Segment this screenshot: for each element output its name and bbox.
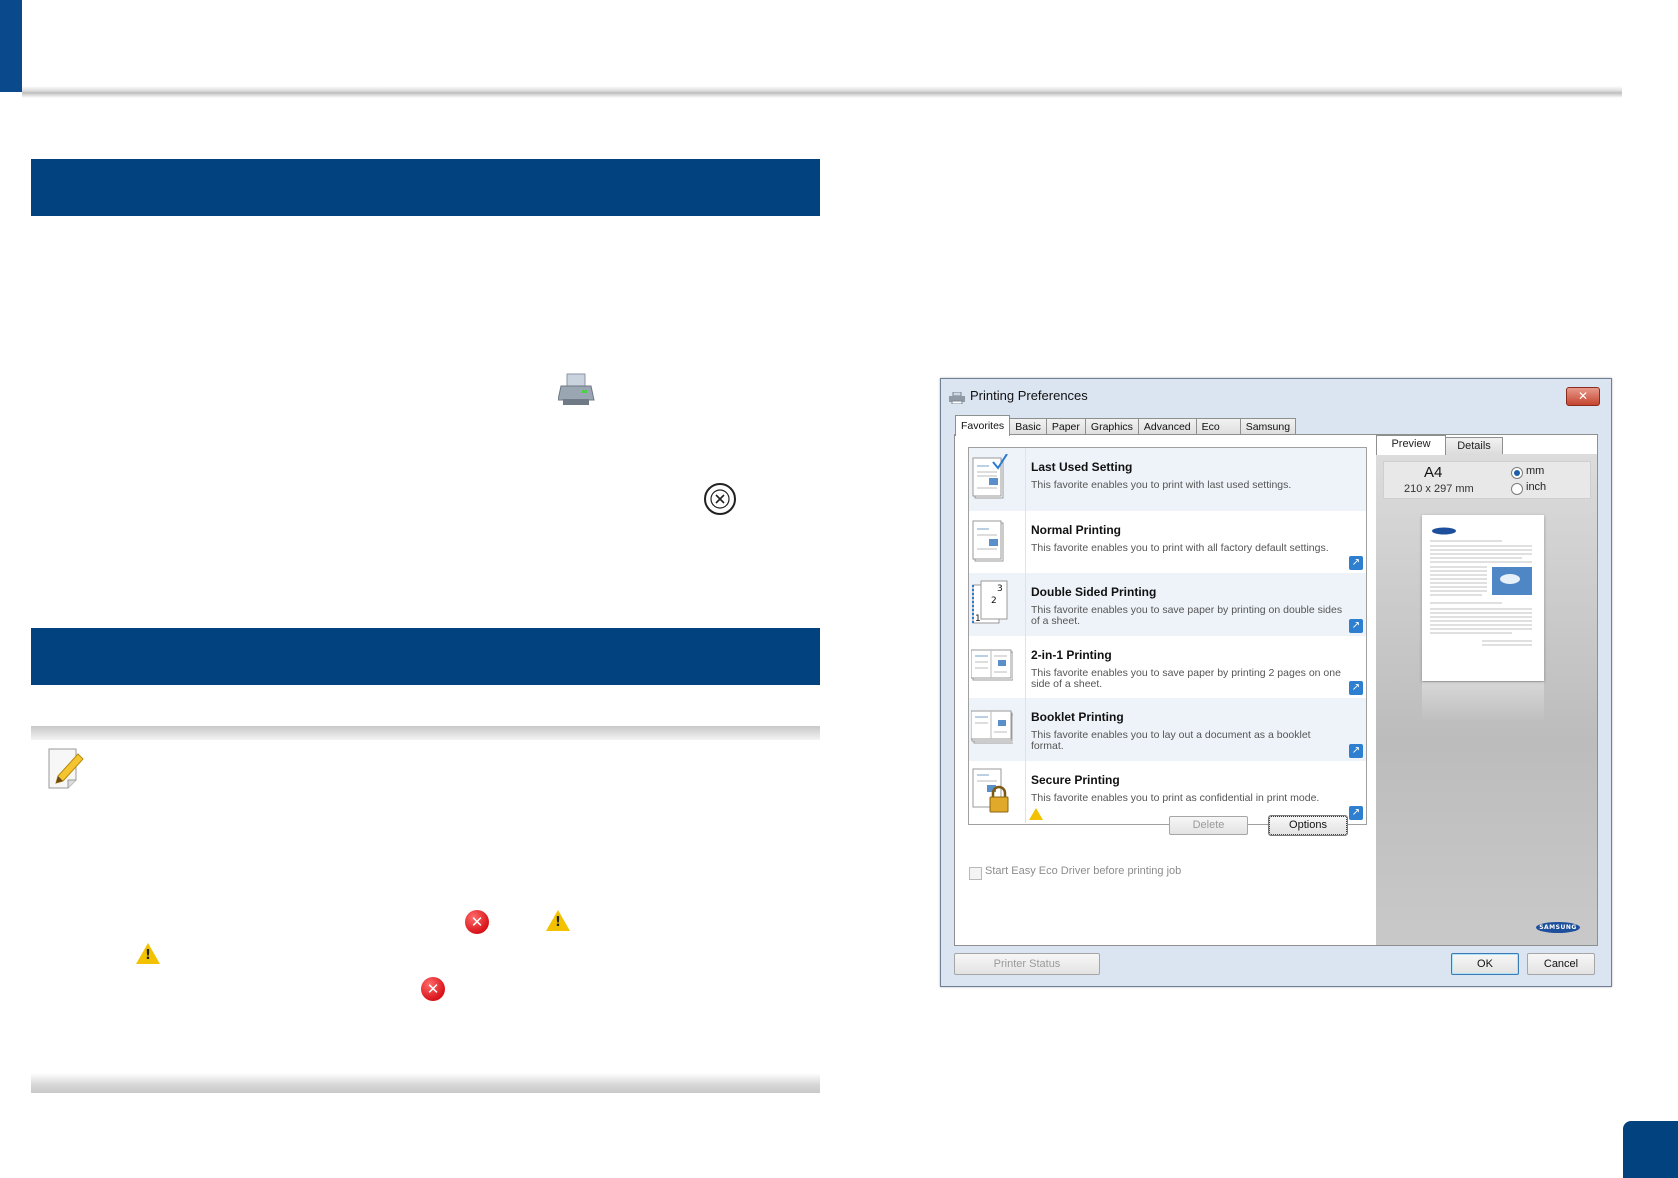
separator bbox=[1025, 635, 1026, 698]
note-box-bottom-border bbox=[31, 1073, 820, 1093]
favorites-list: Last Used Setting This favorite enables … bbox=[968, 447, 1367, 825]
favorite-description: This favorite enables you to save paper … bbox=[1031, 604, 1343, 627]
svg-text:1: 1 bbox=[975, 614, 981, 624]
tab-bar: Favorites Basic Paper Graphics Advanced … bbox=[955, 415, 1297, 436]
note-pencil-icon bbox=[46, 746, 86, 790]
favorite-description: This favorite enables you to lay out a d… bbox=[1031, 729, 1311, 752]
edit-favorite-icon[interactable]: ↗ bbox=[1349, 681, 1363, 695]
inch-label: inch bbox=[1526, 481, 1547, 493]
error-icon: ✕ bbox=[465, 910, 489, 934]
separator bbox=[1025, 448, 1026, 511]
close-button[interactable]: ✕ bbox=[1566, 387, 1600, 406]
section-header-bar-2 bbox=[31, 628, 820, 685]
separator bbox=[1025, 760, 1026, 823]
section-header-bar-1 bbox=[31, 159, 820, 216]
printer-status-button[interactable]: Printer Status bbox=[954, 953, 1100, 975]
warning-icon: ! bbox=[136, 943, 160, 964]
edit-favorite-icon[interactable]: ↗ bbox=[1349, 743, 1363, 758]
svg-text:2: 2 bbox=[991, 596, 997, 606]
favorite-title: Last Used Setting bbox=[1031, 460, 1133, 474]
favorite-title: Secure Printing bbox=[1031, 772, 1120, 787]
top-accent-bar bbox=[0, 0, 22, 92]
favorite-description: This favorite enables you to print as co… bbox=[1031, 791, 1320, 804]
printing-preferences-dialog: Printing Preferences ✕ Favorites Basic P… bbox=[940, 378, 1612, 987]
favorite-item-secure[interactable]: Secure Printing This favorite enables yo… bbox=[969, 760, 1366, 823]
favorite-title: Booklet Printing bbox=[1031, 710, 1124, 724]
tab-favorites[interactable]: Favorites bbox=[955, 415, 1011, 436]
favorite-description: This favorite enables you to save paper … bbox=[1031, 666, 1341, 690]
svg-text:3: 3 bbox=[997, 584, 1003, 594]
two-pages-thumbnail-icon bbox=[970, 642, 1014, 690]
favorite-item-2-in-1[interactable]: 2-in-1 Printing This favorite enables yo… bbox=[969, 635, 1366, 698]
lock-document-icon bbox=[971, 767, 1009, 815]
page-preview-reflection bbox=[1422, 682, 1544, 722]
favorite-item-double-sided[interactable]: 321 Double Sided Printing This favorite … bbox=[969, 573, 1366, 636]
eco-driver-checkbox[interactable] bbox=[969, 867, 982, 880]
edit-favorite-icon[interactable]: ↗ bbox=[1349, 618, 1363, 633]
booklet-thumbnail-icon bbox=[970, 704, 1015, 752]
favorite-item-booklet[interactable]: Booklet Printing This favorite enables y… bbox=[969, 698, 1366, 761]
favorite-title: Normal Printing bbox=[1031, 522, 1122, 537]
favorite-title: 2-in-1 Printing bbox=[1031, 647, 1112, 662]
tab-content-panel: Last Used Setting This favorite enables … bbox=[954, 434, 1598, 946]
separator bbox=[1025, 698, 1026, 761]
header-rule bbox=[22, 86, 1622, 98]
ok-button[interactable]: OK bbox=[1451, 953, 1519, 975]
paper-dimensions: 210 x 297 mm bbox=[1404, 483, 1474, 495]
printer-icon bbox=[557, 372, 596, 408]
preview-tab-bar: Preview Details bbox=[1376, 435, 1597, 455]
page-number-badge bbox=[1623, 1121, 1678, 1178]
delete-button[interactable]: Delete bbox=[1169, 816, 1248, 835]
inch-radio[interactable] bbox=[1511, 483, 1523, 495]
document-thumbnail-icon bbox=[971, 517, 1009, 565]
separator bbox=[1025, 573, 1026, 636]
mm-label: mm bbox=[1526, 465, 1545, 477]
warning-icon: ! bbox=[546, 910, 570, 931]
paper-size-box: A4 210 x 297 mm mm inch bbox=[1383, 461, 1591, 499]
edit-favorite-icon[interactable]: ↗ bbox=[1349, 556, 1363, 570]
error-icon: ✕ bbox=[421, 977, 445, 1001]
page-preview bbox=[1422, 515, 1544, 681]
dialog-title: Printing Preferences bbox=[970, 388, 1088, 403]
cancel-circle-icon bbox=[703, 482, 737, 516]
tab-preview[interactable]: Preview bbox=[1376, 435, 1446, 455]
printer-icon bbox=[949, 391, 965, 405]
favorite-item-last-used[interactable]: Last Used Setting This favorite enables … bbox=[969, 448, 1366, 511]
note-box-top-border bbox=[31, 726, 820, 740]
favorite-description: This favorite enables you to print with … bbox=[1031, 479, 1292, 491]
paper-size-label: A4 bbox=[1424, 464, 1443, 481]
preview-panel: Preview Details A4 210 x 297 mm mm inch bbox=[1376, 435, 1597, 945]
eco-driver-label: Start Easy Eco Driver before printing jo… bbox=[985, 865, 1182, 877]
warning-icon bbox=[1029, 808, 1043, 820]
samsung-logo: SAMSUNG bbox=[1536, 922, 1580, 933]
favorite-item-normal[interactable]: Normal Printing This favorite enables yo… bbox=[969, 510, 1366, 573]
cancel-button[interactable]: Cancel bbox=[1527, 953, 1595, 975]
favorite-title: Double Sided Printing bbox=[1031, 585, 1157, 599]
document-thumbnail-icon bbox=[971, 453, 1009, 502]
separator bbox=[1025, 510, 1026, 573]
mm-radio[interactable] bbox=[1511, 467, 1523, 479]
edit-favorite-icon[interactable]: ↗ bbox=[1349, 806, 1363, 820]
favorite-description: This favorite enables you to print with … bbox=[1031, 541, 1329, 554]
options-button[interactable]: Options bbox=[1268, 815, 1348, 836]
duplex-thumbnail-icon: 321 bbox=[971, 579, 1009, 627]
tab-details[interactable]: Details bbox=[1445, 437, 1503, 454]
